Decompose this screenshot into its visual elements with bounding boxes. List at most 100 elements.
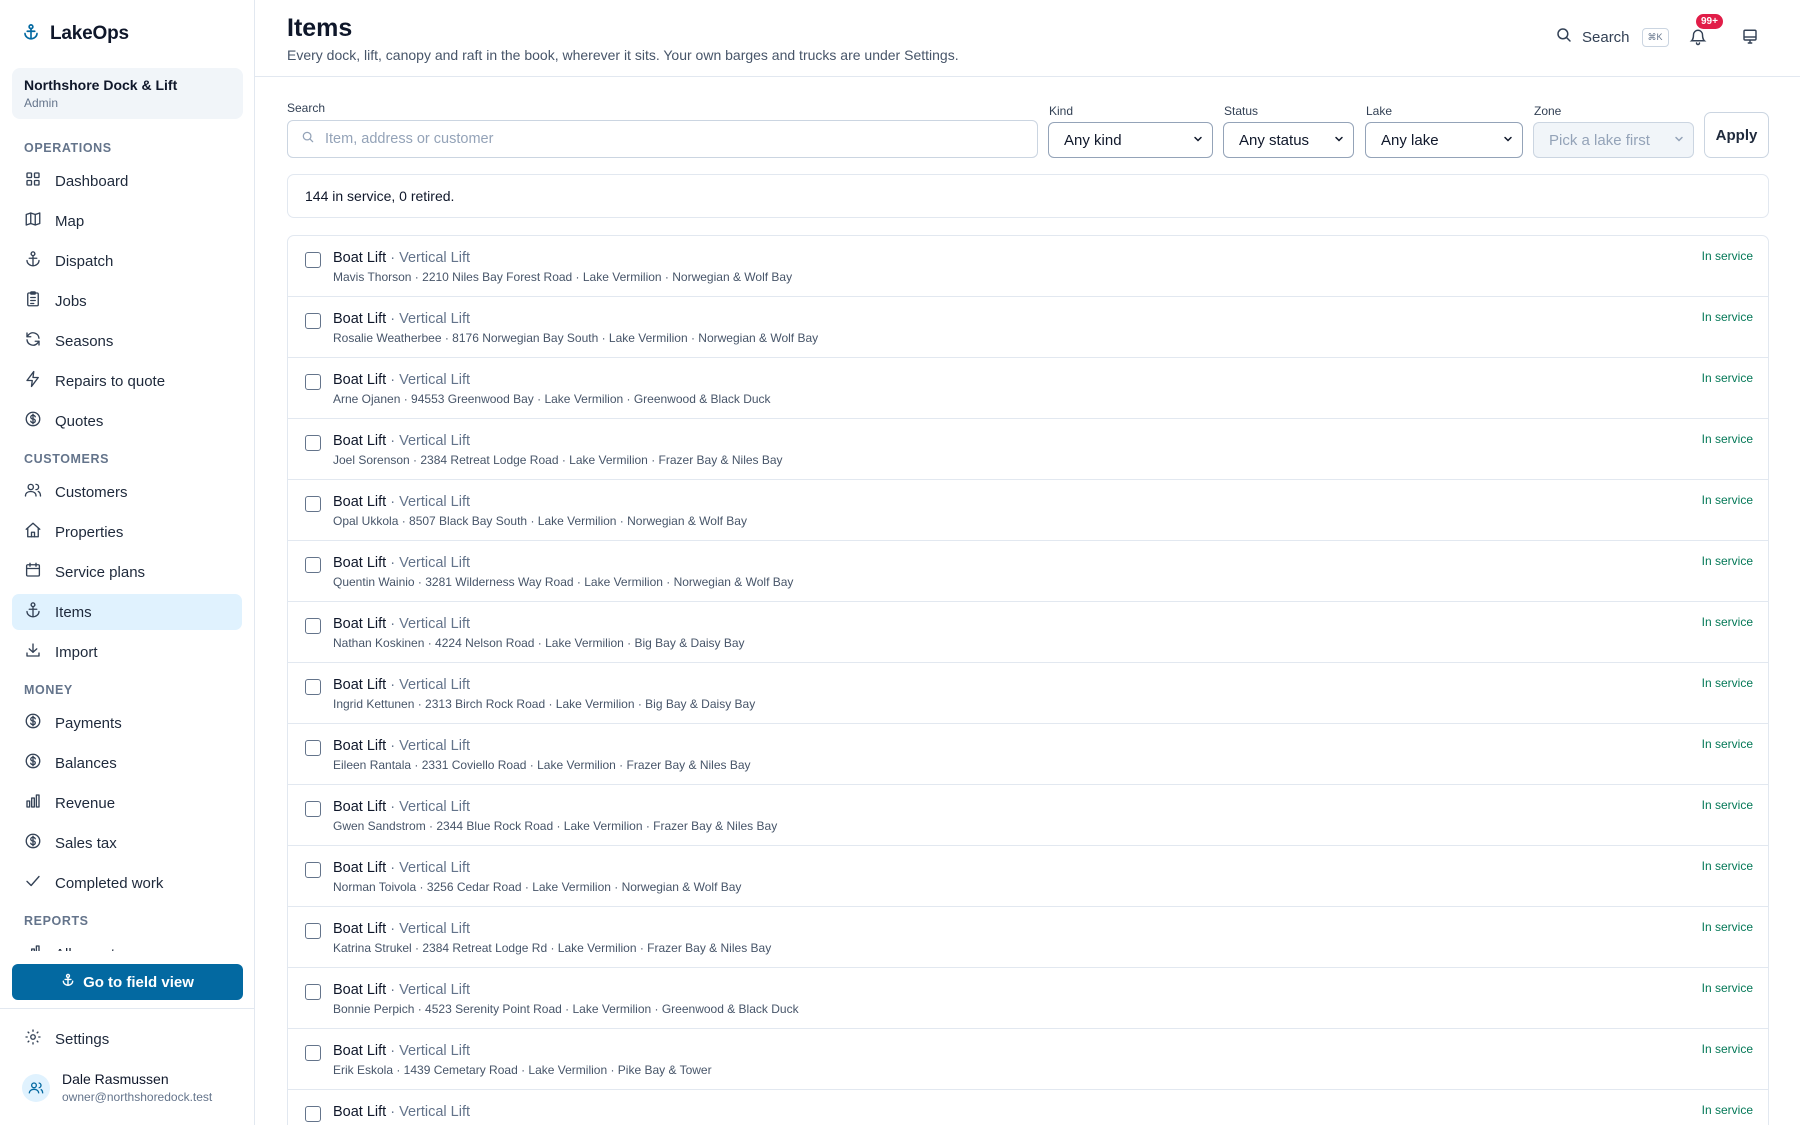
sidebar-item-customers[interactable]: Customers — [12, 474, 242, 510]
sidebar-item-import[interactable]: Import — [12, 634, 242, 670]
item-search-input[interactable]: Item, address or customer — [287, 120, 1038, 158]
item-title: Boat Lift · Vertical Lift — [333, 555, 470, 571]
sidebar-item-seasons[interactable]: Seasons — [12, 323, 242, 359]
sidebar-item-quotes[interactable]: Quotes — [12, 403, 242, 439]
item-title: Boat Lift · Vertical Lift — [333, 982, 470, 998]
item-status: In service — [1701, 615, 1753, 629]
item-kind: Vertical Lift — [399, 311, 471, 327]
sidebar-item-label: Completed work — [55, 874, 164, 892]
sidebar-item-all-reports[interactable]: All reports — [12, 936, 242, 951]
item-row[interactable]: Boat Lift · Vertical Lift Quentin Wainio… — [288, 541, 1768, 602]
keyboard-shortcut-hint: ⌘K — [1641, 27, 1669, 47]
item-row[interactable]: Boat Lift · Vertical Lift Gwen Sandstrom… — [288, 785, 1768, 846]
item-name: Boat Lift — [333, 738, 387, 754]
item-kind: Vertical Lift — [399, 860, 471, 876]
item-title: Boat Lift · Vertical Lift — [333, 1043, 470, 1059]
display-mode-button[interactable] — [1740, 28, 1760, 51]
sidebar-item-label: Items — [55, 603, 92, 621]
sidebar-item-sales-tax[interactable]: Sales tax — [12, 825, 242, 861]
anchor-icon — [61, 973, 75, 991]
dollar-circle-icon — [24, 752, 42, 774]
item-row[interactable]: Boat Lift · Vertical Lift Bonnie Perpich… — [288, 968, 1768, 1029]
item-row[interactable]: Boat Lift · Vertical Lift Eileen Rantala… — [288, 724, 1768, 785]
item-row[interactable]: Boat Lift · Vertical Lift Ingrid Kettune… — [288, 663, 1768, 724]
item-title: Boat Lift · Vertical Lift — [333, 372, 470, 388]
sidebar-item-dashboard[interactable]: Dashboard — [12, 163, 242, 199]
row-checkbox[interactable] — [305, 984, 321, 1000]
sidebar-nav: OPERATIONS Dashboard Map Dispatch Jobs Season… — [0, 128, 254, 951]
row-checkbox[interactable] — [305, 923, 321, 939]
kind-select[interactable]: Any kind — [1048, 122, 1213, 158]
row-checkbox[interactable] — [305, 1045, 321, 1061]
sidebar-item-payments[interactable]: Payments — [12, 705, 242, 741]
sidebar-item-repairs-to-quote[interactable]: Repairs to quote — [12, 363, 242, 399]
item-kind: Vertical Lift — [399, 555, 471, 571]
global-search-button[interactable]: Search ⌘K — [1555, 26, 1669, 48]
notifications-button[interactable] — [1689, 27, 1707, 52]
item-row[interactable]: Boat Lift · Vertical Lift In service — [288, 1090, 1768, 1125]
row-checkbox[interactable] — [305, 618, 321, 634]
sidebar-item-map[interactable]: Map — [12, 203, 242, 239]
row-checkbox[interactable] — [305, 679, 321, 695]
item-title: Boat Lift · Vertical Lift — [333, 738, 470, 754]
item-row[interactable]: Boat Lift · Vertical Lift Joel Sorenson … — [288, 419, 1768, 480]
sidebar-item-items[interactable]: Items — [12, 594, 242, 630]
row-checkbox[interactable] — [305, 496, 321, 512]
item-row[interactable]: Boat Lift · Vertical Lift Norman Toivola… — [288, 846, 1768, 907]
row-checkbox[interactable] — [305, 801, 321, 817]
item-kind: Vertical Lift — [399, 494, 471, 510]
global-search-label: Search — [1582, 28, 1630, 46]
gear-icon — [24, 1028, 42, 1050]
item-status: In service — [1701, 737, 1753, 751]
bolt-icon — [24, 370, 42, 392]
row-checkbox[interactable] — [305, 252, 321, 268]
chevron-down-icon — [1502, 132, 1514, 149]
row-checkbox[interactable] — [305, 862, 321, 878]
sidebar-item-balances[interactable]: Balances — [12, 745, 242, 781]
row-checkbox[interactable] — [305, 313, 321, 329]
user-profile[interactable]: Dale Rasmussen owner@northshoredock.test — [22, 1071, 212, 1104]
row-checkbox[interactable] — [305, 435, 321, 451]
sidebar-item-settings[interactable]: Settings — [12, 1021, 243, 1057]
go-to-field-view-button[interactable]: Go to field view — [12, 964, 243, 1000]
lake-select[interactable]: Any lake — [1365, 122, 1523, 158]
item-row[interactable]: Boat Lift · Vertical Lift Opal Ukkola · … — [288, 480, 1768, 541]
sidebar-item-dispatch[interactable]: Dispatch — [12, 243, 242, 279]
item-row[interactable]: Boat Lift · Vertical Lift Erik Eskola · … — [288, 1029, 1768, 1090]
home-icon — [24, 521, 42, 543]
row-checkbox[interactable] — [305, 740, 321, 756]
item-name: Boat Lift — [333, 494, 387, 510]
sidebar-item-service-plans[interactable]: Service plans — [12, 554, 242, 590]
items-list: Boat Lift · Vertical Lift Mavis Thorson … — [287, 235, 1769, 1125]
row-checkbox[interactable] — [305, 557, 321, 573]
item-row[interactable]: Boat Lift · Vertical Lift Nathan Koskine… — [288, 602, 1768, 663]
sidebar-item-label: Settings — [55, 1030, 110, 1048]
item-row[interactable]: Boat Lift · Vertical Lift Rosalie Weathe… — [288, 297, 1768, 358]
item-kind-separator: · — [386, 860, 400, 876]
zone-select[interactable]: Pick a lake first — [1533, 122, 1694, 158]
item-detail: Ingrid Kettunen · 2313 Birch Rock Road ·… — [333, 697, 756, 711]
sidebar-item-jobs[interactable]: Jobs — [12, 283, 242, 319]
status-select[interactable]: Any status — [1223, 122, 1354, 158]
row-checkbox[interactable] — [305, 374, 321, 390]
apply-filters-button[interactable]: Apply — [1704, 112, 1769, 158]
item-status: In service — [1701, 920, 1753, 934]
sidebar-item-completed-work[interactable]: Completed work — [12, 865, 242, 901]
brand[interactable]: LakeOps — [22, 22, 129, 46]
sidebar-item-label: Import — [55, 643, 98, 661]
sidebar-item-properties[interactable]: Properties — [12, 514, 242, 550]
sidebar-item-revenue[interactable]: Revenue — [12, 785, 242, 821]
item-row[interactable]: Boat Lift · Vertical Lift Mavis Thorson … — [288, 236, 1768, 297]
sidebar-footer: Settings Dale Rasmussen owner@northshore… — [0, 1008, 254, 1125]
item-row[interactable]: Boat Lift · Vertical Lift Katrina Struke… — [288, 907, 1768, 968]
item-title: Boat Lift · Vertical Lift — [333, 494, 470, 510]
item-detail: Rosalie Weatherbee · 8176 Norwegian Bay … — [333, 331, 819, 345]
item-detail: Quentin Wainio · 3281 Wilderness Way Roa… — [333, 575, 794, 589]
item-row[interactable]: Boat Lift · Vertical Lift Arne Ojanen · … — [288, 358, 1768, 419]
sidebar-item-label: Quotes — [55, 412, 104, 430]
org-switcher[interactable]: Northshore Dock & Lift Admin — [12, 68, 243, 119]
item-name: Boat Lift — [333, 616, 387, 632]
item-kind-separator: · — [386, 250, 400, 266]
sidebar-item-label: Dashboard — [55, 172, 129, 190]
row-checkbox[interactable] — [305, 1106, 321, 1122]
